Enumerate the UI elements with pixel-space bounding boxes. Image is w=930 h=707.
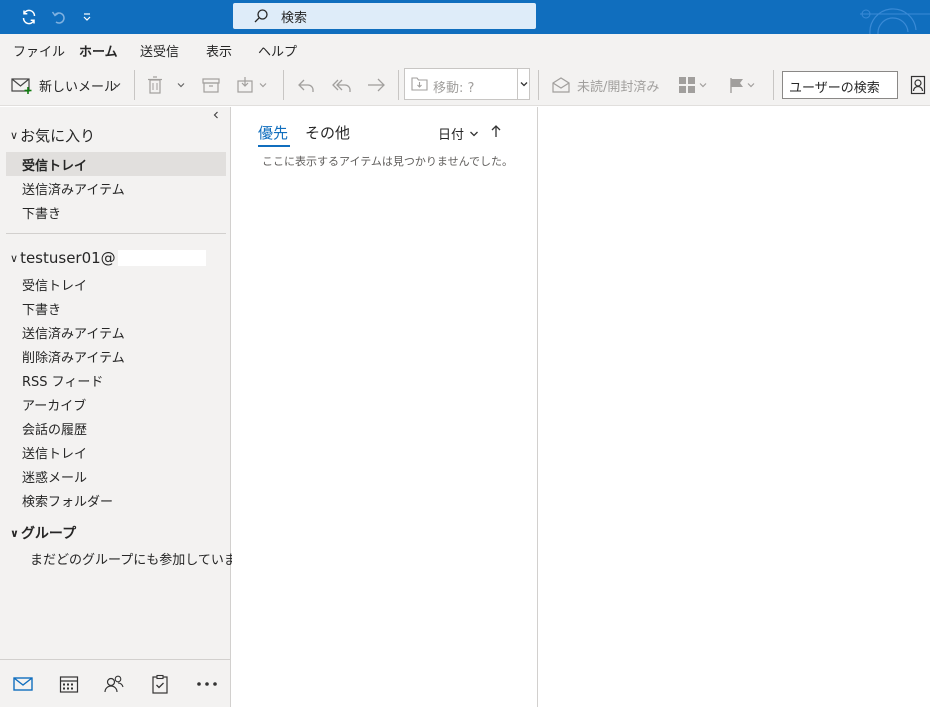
- forward-icon: [366, 76, 386, 94]
- tab-other[interactable]: その他: [305, 122, 350, 143]
- folder-junk-email[interactable]: 迷惑メール: [22, 467, 87, 486]
- chevron-down-icon: [470, 131, 478, 136]
- move-to-button[interactable]: [236, 64, 268, 106]
- move-dropdown[interactable]: 移動: ?: [404, 68, 530, 100]
- tab-file[interactable]: ファイル: [13, 41, 65, 60]
- envelope-open-icon: [551, 76, 571, 94]
- divider: [6, 233, 226, 234]
- address-book-icon: [910, 75, 926, 95]
- menu-bar: ファイル ホーム 送受信 表示 ヘルプ: [0, 34, 930, 66]
- folder-pane: ∨ お気に入り 受信トレイ 送信済みアイテム 下書き ∨ testuser01@…: [0, 107, 250, 707]
- search-placeholder: 検索: [281, 10, 308, 26]
- people-icon[interactable]: [103, 674, 125, 694]
- sync-icon[interactable]: [18, 7, 40, 27]
- ribbon-separator: [283, 70, 284, 100]
- delete-dropdown[interactable]: [176, 64, 186, 106]
- mail-icon[interactable]: [12, 674, 34, 694]
- ribbon-separator: [538, 70, 539, 100]
- tab-home[interactable]: ホーム: [79, 41, 118, 66]
- people-search-input[interactable]: ユーザーの検索: [782, 71, 898, 99]
- move-to-icon: [236, 75, 258, 95]
- delete-button[interactable]: [146, 64, 164, 106]
- new-mail-icon: [11, 76, 33, 94]
- categorize-button[interactable]: [678, 64, 708, 106]
- undo-icon[interactable]: [48, 7, 70, 27]
- ribbon-separator: [134, 70, 135, 100]
- search-icon: [253, 8, 269, 24]
- move-folder-icon: [411, 76, 429, 92]
- reply-button[interactable]: [296, 64, 316, 106]
- tab-view[interactable]: 表示: [206, 41, 232, 60]
- quick-access-dropdown-icon[interactable]: [76, 7, 98, 27]
- chevron-down-icon: [177, 83, 185, 88]
- favorite-drafts[interactable]: 下書き: [22, 203, 61, 222]
- chevron-down-icon: [259, 83, 267, 88]
- chevron-down-icon: [747, 83, 755, 88]
- folder-deleted-items[interactable]: 削除済みアイテム: [22, 347, 125, 366]
- sort-direction-icon[interactable]: [490, 124, 502, 142]
- chevron-down-icon: ∨: [10, 251, 19, 265]
- tab-send-receive[interactable]: 送受信: [140, 41, 179, 60]
- chevron-down-icon: [520, 82, 527, 87]
- flag-button[interactable]: [728, 64, 756, 106]
- tab-help[interactable]: ヘルプ: [258, 41, 297, 60]
- search-box[interactable]: 検索: [233, 3, 536, 29]
- brand-decoration: [860, 0, 930, 35]
- redacted-email: [117, 250, 206, 266]
- focused-underline: [258, 145, 290, 147]
- chevron-down-icon: [113, 83, 121, 88]
- collapse-pane-icon[interactable]: [211, 109, 221, 124]
- groups-header[interactable]: ∨ グループ: [10, 523, 76, 543]
- new-mail-dropdown[interactable]: [112, 64, 122, 106]
- folder-outbox[interactable]: 送信トレイ: [22, 443, 87, 462]
- folder-search-folders[interactable]: 検索フォルダー: [22, 491, 113, 510]
- new-mail-button[interactable]: 新しいメール: [11, 64, 117, 106]
- chevron-down-icon: [699, 83, 707, 88]
- reply-all-icon: [331, 76, 353, 94]
- folder-sent-items[interactable]: 送信済みアイテム: [22, 323, 125, 342]
- move-label: 移動: ?: [433, 81, 475, 96]
- ribbon-separator: [398, 70, 399, 100]
- chevron-down-icon: ∨: [10, 129, 19, 142]
- reading-pane: [539, 107, 930, 707]
- archive-icon: [201, 76, 221, 94]
- folder-archive[interactable]: アーカイブ: [22, 395, 86, 414]
- favorite-sent-items[interactable]: 送信済みアイテム: [22, 179, 125, 198]
- new-mail-label: 新しいメール: [39, 79, 118, 95]
- groups-empty-text: まだどのグループにも参加していま…: [30, 553, 250, 568]
- favorites-header[interactable]: ∨ お気に入り: [10, 125, 95, 146]
- chevron-down-icon: ∨: [10, 526, 19, 540]
- address-book-button[interactable]: [910, 64, 926, 106]
- categorize-icon: [678, 75, 698, 95]
- folder-drafts[interactable]: 下書き: [22, 299, 61, 318]
- flag-icon: [728, 76, 746, 94]
- forward-button[interactable]: [366, 64, 386, 106]
- archive-button[interactable]: [201, 64, 221, 106]
- reply-icon: [296, 76, 316, 94]
- title-bar: 検索: [0, 0, 930, 35]
- folder-rss-feeds[interactable]: RSS フィード: [22, 371, 103, 390]
- empty-list-message: ここに表示するアイテムは見つかりませんでした。: [262, 155, 514, 168]
- message-list: 優先 その他 日付 ここに表示するアイテムは見つかりませんでした。: [232, 107, 538, 707]
- calendar-icon[interactable]: [58, 674, 80, 694]
- favorite-inbox[interactable]: 受信トレイ: [22, 155, 87, 174]
- more-icon[interactable]: [196, 674, 218, 694]
- tab-focused[interactable]: 優先: [258, 122, 288, 143]
- folder-inbox[interactable]: 受信トレイ: [22, 275, 87, 294]
- folder-conversation-history[interactable]: 会話の履歴: [22, 419, 87, 438]
- unread-read-button[interactable]: 未読/開封済み: [551, 64, 659, 106]
- ribbon-separator: [773, 70, 774, 100]
- sort-by-date-button[interactable]: 日付: [438, 124, 479, 143]
- unread-read-label: 未読/開封済み: [577, 79, 660, 95]
- tasks-icon[interactable]: [149, 674, 171, 694]
- delete-icon: [146, 75, 164, 95]
- bottom-navigation: [0, 659, 230, 707]
- move-chevron[interactable]: [517, 69, 529, 99]
- account-header[interactable]: ∨ testuser01@: [10, 249, 206, 267]
- reply-all-button[interactable]: [331, 64, 353, 106]
